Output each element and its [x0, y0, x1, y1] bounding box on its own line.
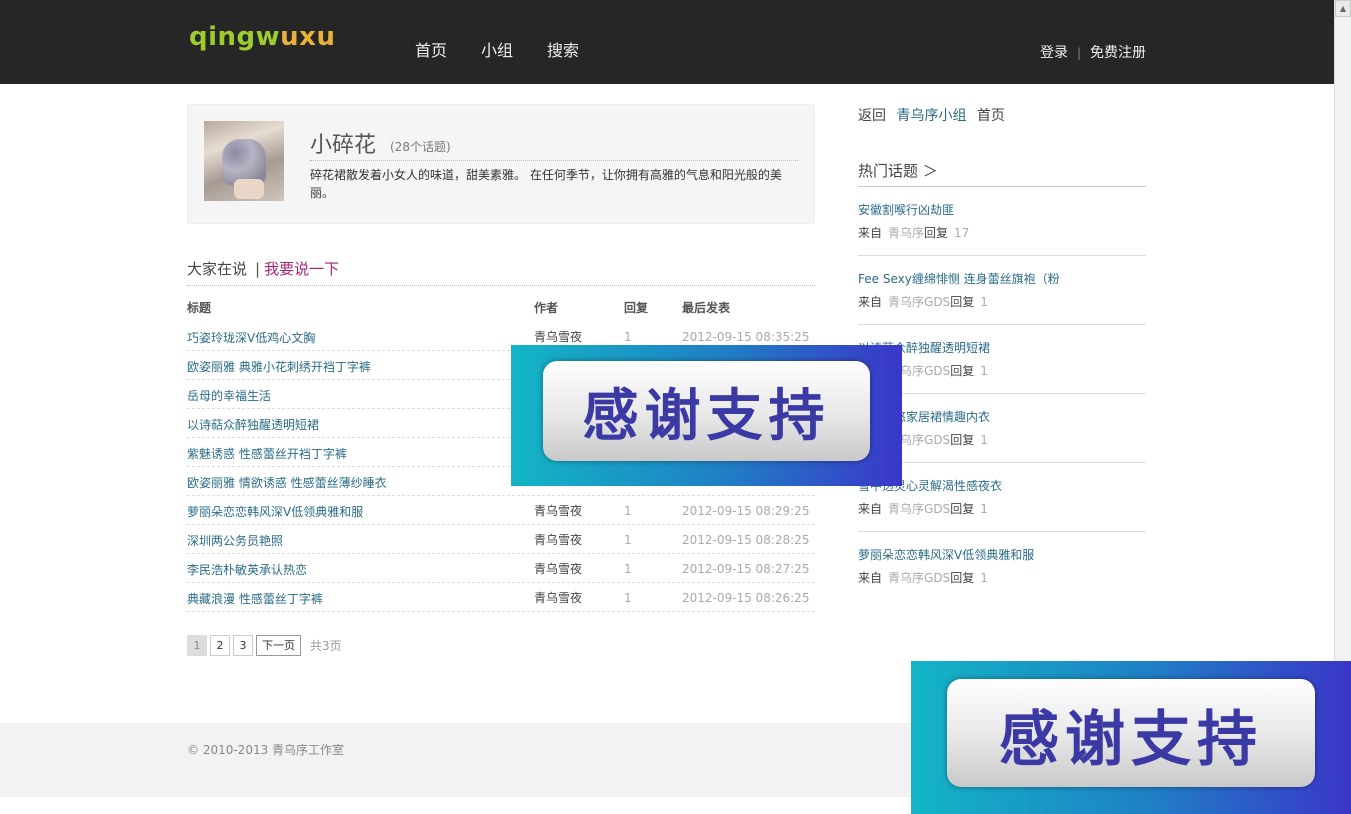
topic-link[interactable]: 以诗萜众醉独醒透明短裙: [187, 416, 319, 433]
topic-last-time: 2012-09-15 08:27:25: [682, 562, 810, 576]
thanks-banner-text: 感谢支持: [582, 384, 831, 449]
back-home-link[interactable]: 首页: [977, 108, 1005, 124]
topic-reply-count: 1: [624, 591, 632, 605]
auth-links: 登录 | 免费注册: [1040, 42, 1146, 62]
column-header-last-post: 最后发表: [682, 301, 731, 315]
site-logo[interactable]: qingwuxu: [189, 22, 335, 52]
discussion-divider: [187, 285, 815, 286]
page-total: 共3页: [310, 639, 342, 653]
hot-topic-link[interactable]: 萝丽朵恋恋韩风深V低领典雅和服: [858, 546, 1146, 563]
page-2-button[interactable]: 2: [210, 635, 230, 656]
main-nav: 首页 小组 搜索: [415, 37, 613, 61]
group-topic-count: (28个话题): [390, 140, 451, 154]
hot-topic-group[interactable]: 青乌序GDS: [888, 571, 950, 585]
topic-last-time: 2012-09-15 08:29:25: [682, 504, 810, 518]
topic-link[interactable]: 岳母的幸福生活: [187, 387, 271, 404]
thanks-banner-overlay[interactable]: 感谢支持: [511, 345, 902, 486]
group-divider: [310, 160, 798, 161]
page-1-button[interactable]: 1: [187, 635, 207, 656]
topic-link[interactable]: 李民浩朴敏英承认热恋: [187, 561, 307, 578]
thanks-banner-overlay-corner[interactable]: 感谢支持: [911, 661, 1351, 814]
topic-link[interactable]: 紫魅诱惑 性感蕾丝开裆丁字裤: [187, 445, 347, 462]
nav-groups[interactable]: 小组: [481, 37, 513, 61]
topic-author[interactable]: 青乌雪夜: [534, 560, 582, 577]
column-header-title: 标题: [187, 301, 212, 315]
auth-separator: |: [1076, 46, 1081, 60]
top-header: qingwuxu 首页 小组 搜索 登录 | 免费注册: [0, 0, 1334, 84]
topic-link[interactable]: 欧姿丽雅 情欲诱惑 性感蕾丝薄纱睡衣: [187, 474, 387, 491]
group-avatar[interactable]: [204, 121, 284, 201]
topic-last-time: 2012-09-15 08:26:25: [682, 591, 810, 605]
register-link[interactable]: 免费注册: [1090, 45, 1146, 61]
topic-reply-count: 1: [624, 504, 632, 518]
table-row: 李民浩朴敏英承认热恋 青乌雪夜 1 2012-09-15 08:27:25: [187, 554, 815, 583]
group-name: 小碎花: [310, 133, 377, 158]
login-link[interactable]: 登录: [1040, 45, 1068, 61]
pagination: 1 2 3 下一页 共3页: [187, 635, 342, 656]
hot-topics-heading[interactable]: 热门话题 ＞: [858, 160, 938, 181]
scroll-up-arrow-icon[interactable]: ▲: [1335, 0, 1351, 17]
hot-topic-group[interactable]: 青乌序GDS: [888, 295, 950, 309]
page-3-button[interactable]: 3: [233, 635, 253, 656]
hot-topic-group[interactable]: 青乌序: [888, 226, 924, 240]
hot-topic-item: Fee Sexy缠绵悱恻 连身蕾丝旗袍（粉 来自 青乌序GDS回复 1: [858, 256, 1146, 325]
back-label: 返回: [858, 108, 886, 124]
topic-link[interactable]: 深圳两公务员艳照: [187, 532, 283, 549]
topic-last-time: 2012-09-15 08:35:25: [682, 330, 810, 344]
discussion-title: 大家在说: [187, 260, 248, 278]
topic-author[interactable]: 青乌雪夜: [534, 502, 582, 519]
discussion-separator: |: [255, 260, 261, 278]
next-page-button[interactable]: 下一页: [256, 635, 301, 656]
table-row: 萝丽朵恋恋韩风深V低领典雅和服 青乌雪夜 1 2012-09-15 08:29:…: [187, 496, 815, 525]
hot-topic-item: 安徽割喉行凶劫匪 来自 青乌序回复 17: [858, 187, 1146, 256]
topic-author[interactable]: 青乌雪夜: [534, 328, 582, 345]
topic-reply-count: 1: [624, 562, 632, 576]
topic-author[interactable]: 青乌雪夜: [534, 531, 582, 548]
topic-link[interactable]: 巧姿玲珑深V低鸡心文胸: [187, 329, 315, 346]
hot-topic-link[interactable]: Fee Sexy缠绵悱恻 连身蕾丝旗袍（粉: [858, 270, 1146, 287]
hot-topic-item: 萝丽朵恋恋韩风深V低领典雅和服 来自 青乌序GDS回复 1: [858, 532, 1146, 601]
topic-link[interactable]: 欧姿丽雅 典雅小花刺绣开裆丁字裤: [187, 358, 371, 375]
topic-last-time: 2012-09-15 08:28:25: [682, 533, 810, 547]
topic-link[interactable]: 萝丽朵恋恋韩风深V低领典雅和服: [187, 503, 363, 520]
new-post-link[interactable]: 我要说一下: [264, 260, 339, 278]
nav-home[interactable]: 首页: [415, 37, 447, 61]
topic-reply-count: 1: [624, 533, 632, 547]
group-description: 碎花裙散发着小女人的味道，甜美素雅。 在任何季节，让你拥有高雅的气息和阳光般的美…: [310, 168, 782, 200]
topic-reply-count: 1: [624, 330, 632, 344]
hot-topic-group[interactable]: 青乌序GDS: [888, 502, 950, 516]
nav-search[interactable]: 搜索: [547, 37, 579, 61]
hot-topic-link[interactable]: 安徽割喉行凶劫匪: [858, 201, 1146, 218]
breadcrumb: 返回 青乌序小组 首页: [858, 105, 1005, 125]
table-row: 典藏浪漫 性感蕾丝丁字裤 青乌雪夜 1 2012-09-15 08:26:25: [187, 583, 815, 612]
table-row: 深圳两公务员艳照 青乌雪夜 1 2012-09-15 08:28:25: [187, 525, 815, 554]
group-info-card: 小碎花 (28个话题) 碎花裙散发着小女人的味道，甜美素雅。 在任何季节，让你拥…: [187, 104, 815, 224]
topic-link[interactable]: 典藏浪漫 性感蕾丝丁字裤: [187, 590, 323, 607]
copyright-text: © 2010-2013 青乌序工作室: [187, 743, 345, 757]
column-header-author: 作者: [534, 301, 559, 315]
back-group-link[interactable]: 青乌序小组: [896, 108, 966, 124]
topic-author[interactable]: 青乌雪夜: [534, 589, 582, 606]
thanks-banner-text: 感谢支持: [999, 705, 1263, 775]
column-header-reply: 回复: [624, 301, 649, 315]
discussion-heading: 大家在说 | 我要说一下: [187, 258, 339, 279]
